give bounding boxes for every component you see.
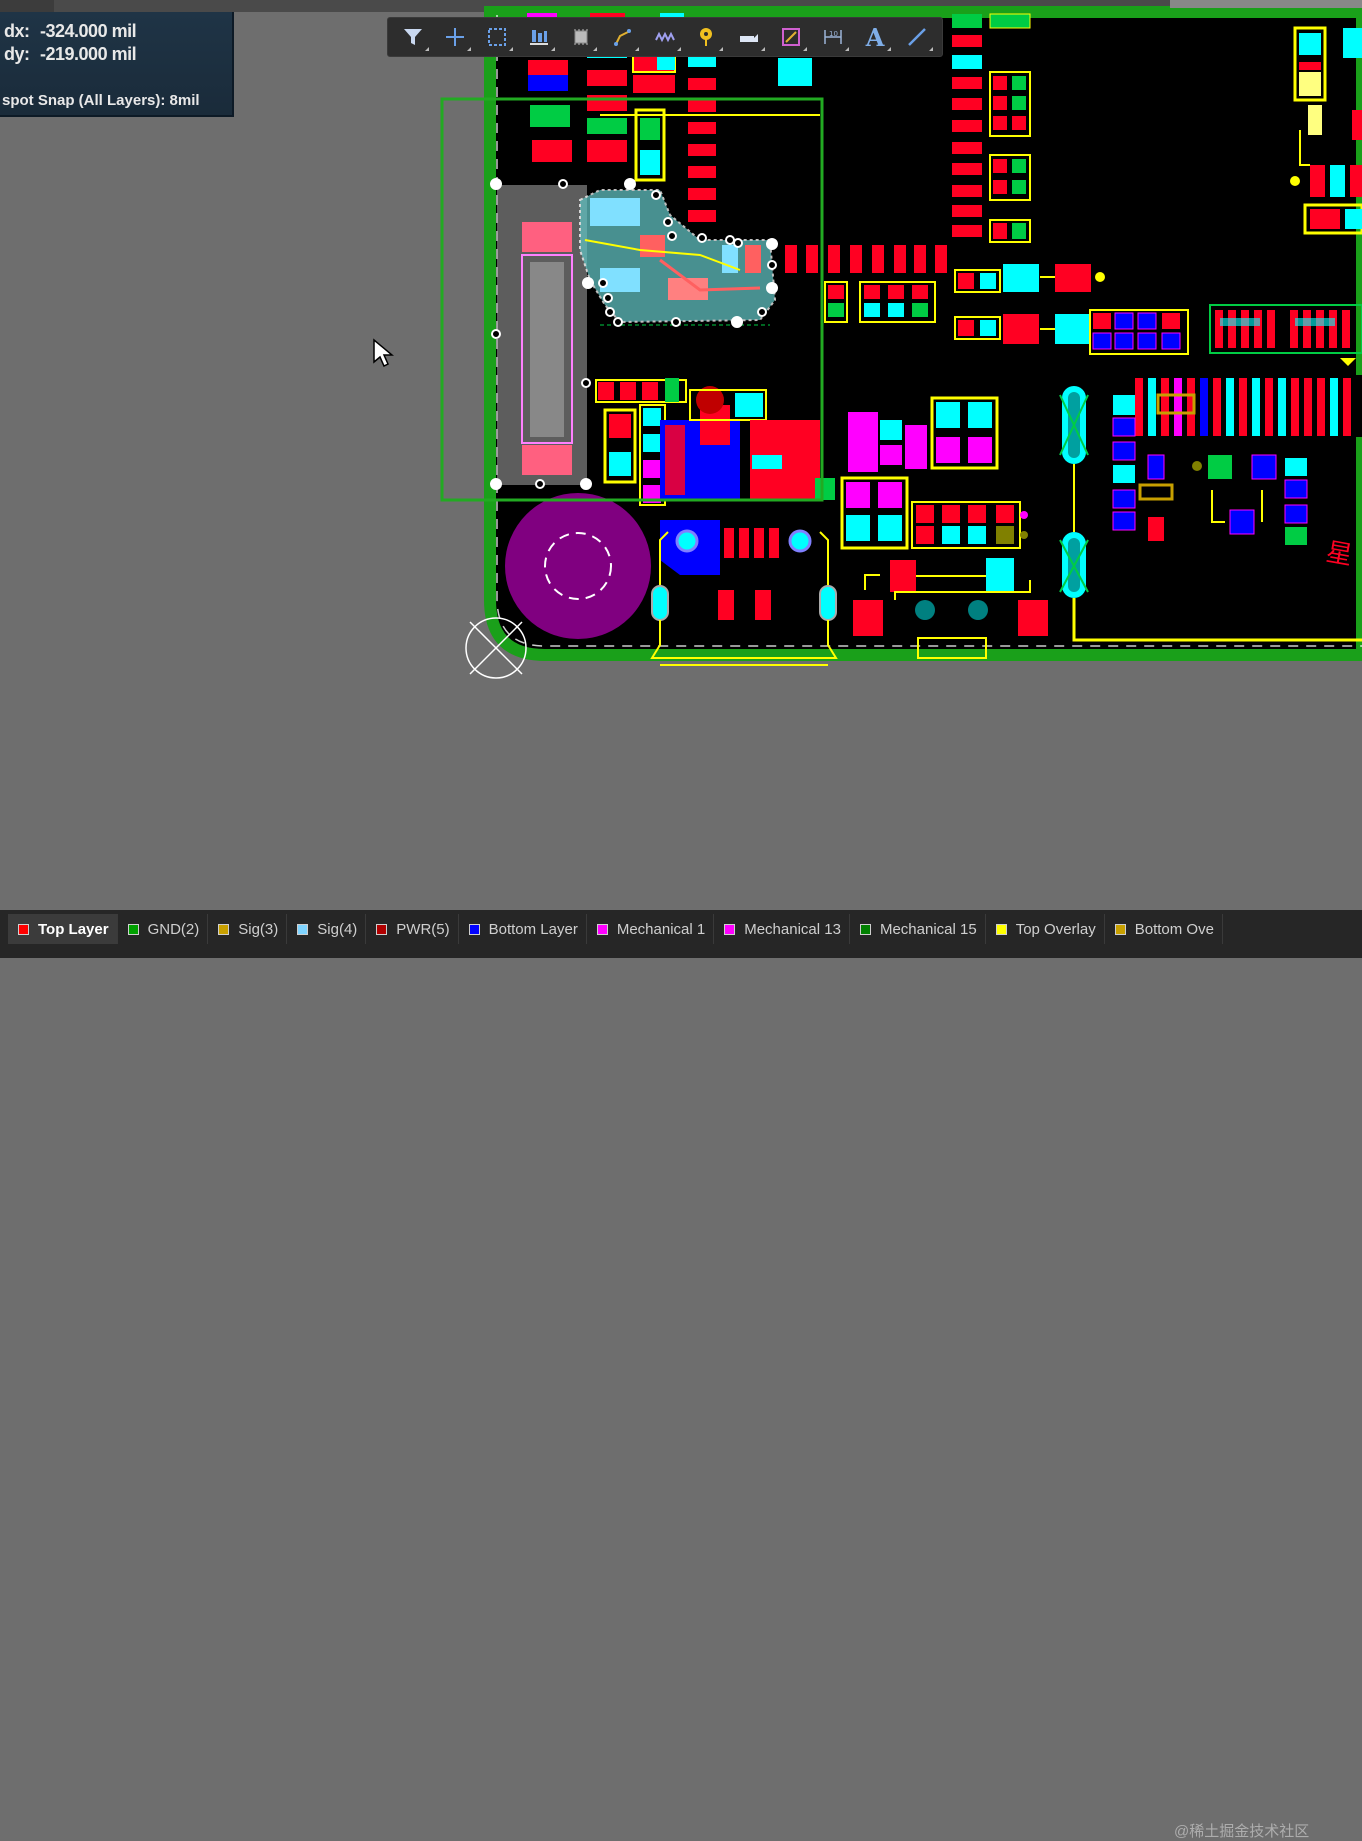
coordinate-hud: dx: -324.000 mil dy: -219.000 mil spot S… <box>0 12 234 117</box>
layer-color-swatch <box>297 923 309 935</box>
layer-tab-label: PWR(5) <box>396 920 450 938</box>
filter-icon <box>404 29 422 45</box>
layer-tab[interactable]: Sig(3) <box>208 914 288 944</box>
layer-tab[interactable]: Top Layer <box>8 914 118 944</box>
layer-tab-label: Mechanical 15 <box>879 920 977 938</box>
layer-color-swatch <box>127 923 139 935</box>
layer-tab[interactable]: Sig(4) <box>287 914 367 944</box>
layer-tabs-bar: Top Layer GND(2) Sig(3) Sig(4) PWR(5) Bottom … <box>0 910 1362 1840</box>
mounting-hole <box>505 493 651 639</box>
select-rectangle-button[interactable] <box>478 20 516 54</box>
cross-add-button[interactable] <box>436 20 474 54</box>
component-button[interactable] <box>562 20 600 54</box>
region-button[interactable] <box>772 20 810 54</box>
line-button[interactable] <box>898 20 936 54</box>
length-tune-button[interactable] <box>646 20 684 54</box>
align-button[interactable] <box>520 20 558 54</box>
layer-tab[interactable]: Mechanical 1 <box>587 914 715 944</box>
interactive-length-tune-icon <box>655 31 675 43</box>
layer-tab-label: Bottom Ove <box>1134 920 1214 938</box>
layer-tab[interactable]: Mechanical 15 <box>850 914 986 944</box>
layer-tab-label: Mechanical 1 <box>616 920 706 938</box>
layer-color-swatch <box>859 923 871 935</box>
polygon-pour-button[interactable] <box>730 20 768 54</box>
layer-tab-label: GND(2) <box>147 920 200 938</box>
component-icon <box>574 29 588 45</box>
layer-tab[interactable]: Mechanical 13 <box>714 914 850 944</box>
dimension-button[interactable]: 10 <box>814 20 852 54</box>
layer-tab-label: Sig(3) <box>238 920 279 938</box>
place-via-icon <box>700 28 712 46</box>
layer-color-swatch <box>596 923 608 935</box>
layer-tab-label: Top Layer <box>38 920 109 938</box>
dx-label: dx: <box>4 21 30 41</box>
layer-tab-label: Sig(4) <box>317 920 358 938</box>
line-icon <box>908 28 926 46</box>
layer-color-swatch <box>468 923 480 935</box>
dimension-icon: 10 <box>824 30 842 44</box>
layer-color-swatch <box>18 923 29 935</box>
filter-button[interactable] <box>394 20 432 54</box>
layer-color-swatch <box>724 923 736 935</box>
pcb-canvas[interactable]: 星 dx: -324.000 mil dy: -219.000 mil spot… <box>0 0 1362 910</box>
layer-color-swatch <box>376 923 388 935</box>
dy-label: dy: <box>4 44 30 64</box>
region-icon <box>782 28 800 46</box>
layer-color-swatch <box>1114 923 1126 935</box>
layer-tab[interactable]: PWR(5) <box>366 914 459 944</box>
mouse-pointer-icon <box>373 338 394 368</box>
layer-color-swatch <box>218 923 230 935</box>
top-right-heading-fragment <box>1170 0 1362 8</box>
layer-tab-label: Top Overlay <box>1015 920 1096 938</box>
cross-add-icon <box>446 28 464 46</box>
select-rectangle-icon <box>488 28 506 46</box>
route-icon <box>614 29 631 46</box>
snap-status: spot Snap (All Layers): 8mil <box>2 92 200 109</box>
svg-text:10: 10 <box>829 30 838 38</box>
text-button[interactable]: A <box>856 20 894 54</box>
watermark: @稀土掘金技术社区 <box>1174 1823 1310 1840</box>
layer-tab[interactable]: Top Overlay <box>986 914 1105 944</box>
place-via-button[interactable] <box>688 20 726 54</box>
overlay-text-fragment: 星 <box>1324 537 1355 571</box>
layer-tab[interactable]: Bottom Ove <box>1105 914 1223 944</box>
layer-tab[interactable]: Bottom Layer <box>459 914 587 944</box>
layer-color-swatch <box>995 923 1007 935</box>
dx-value: -324.000 mil <box>40 21 137 41</box>
layer-tab-label: Mechanical 13 <box>744 920 841 938</box>
polygon-pour-icon <box>740 34 758 42</box>
pcb-board-view[interactable]: 星 <box>0 0 1362 910</box>
layer-tab-label: Bottom Layer <box>488 920 578 938</box>
layer-tab[interactable]: GND(2) <box>118 914 209 944</box>
align-icon <box>530 30 548 45</box>
active-bar-toolbar: 10 A <box>387 17 943 57</box>
route-button[interactable] <box>604 20 642 54</box>
text-icon: A <box>865 22 885 52</box>
dy-value: -219.000 mil <box>40 44 137 64</box>
